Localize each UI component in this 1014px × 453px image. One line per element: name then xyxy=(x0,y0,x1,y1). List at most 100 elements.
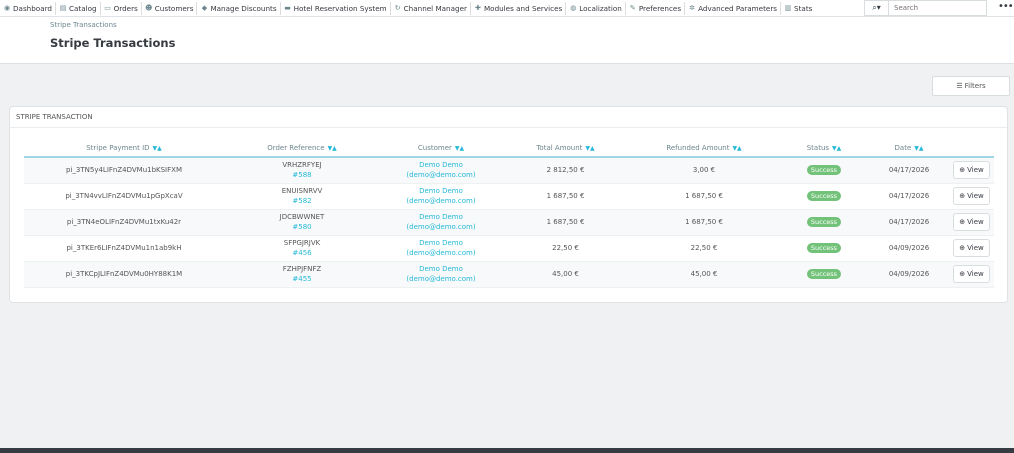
refunded-amount-cell: 45,00 € xyxy=(629,261,779,288)
view-button[interactable]: ⊕ View xyxy=(953,265,990,283)
view-button[interactable]: ⊕ View xyxy=(953,213,990,231)
table-row: pi_3TN4eOLIFnZ4DVMu1txKu42r JDCBWWNET #580… xyxy=(24,209,994,236)
customer-cell: Demo Demo (demo@demo.com) xyxy=(380,261,502,288)
search-input[interactable] xyxy=(889,1,985,15)
nav-item-label: Customers xyxy=(154,3,194,13)
nav-item-orders[interactable]: ▭ Orders xyxy=(101,1,142,15)
order-reference: JDCBWWNET xyxy=(279,213,325,221)
column-header[interactable]: Refunded Amount ▼▲ xyxy=(629,140,779,158)
actions-column-header xyxy=(949,140,994,158)
table-row: pi_3TKEr6LIFnZ4DVMu1n1ab9kH SFPGJRJVK #456… xyxy=(24,235,994,262)
column-header[interactable]: Date ▼▲ xyxy=(869,140,949,158)
breadcrumb[interactable]: Stripe Transactions xyxy=(50,21,117,29)
panel-heading: STRIPE TRANSACTION xyxy=(10,107,1007,128)
view-label: View xyxy=(967,192,984,200)
column-header-label: Stripe Payment ID xyxy=(86,144,150,152)
column-header[interactable]: Stripe Payment ID ▼▲ xyxy=(24,140,224,158)
transactions-table: Stripe Payment ID ▼▲ Order Reference ▼▲ Cust… xyxy=(24,140,994,288)
customer-email-link[interactable]: (demo@demo.com) xyxy=(382,170,500,180)
filters-button[interactable]: ☰ Filters xyxy=(932,76,1010,96)
view-label: View xyxy=(967,270,984,278)
more-menu-icon[interactable]: ••• xyxy=(998,1,1014,12)
customer-name-link[interactable]: Demo Demo xyxy=(382,160,500,170)
column-header-label: Refunded Amount xyxy=(666,144,730,152)
refunded-amount-cell: 22,50 € xyxy=(629,235,779,262)
transactions-panel: STRIPE TRANSACTION Stripe Payment ID ▼▲ Or… xyxy=(9,106,1008,303)
order-id-link[interactable]: #588 xyxy=(226,170,378,180)
nav-item-catalog[interactable]: ▤ Catalog xyxy=(56,1,101,15)
search-icon[interactable]: ⌕▾ xyxy=(865,1,889,15)
order-id-link[interactable]: #580 xyxy=(226,222,378,232)
refunded-amount-cell: 3,00 € xyxy=(629,157,779,184)
search-plus-icon: ⊕ xyxy=(959,166,966,175)
order-id-link[interactable]: #456 xyxy=(226,248,378,258)
actions-cell: ⊕ View xyxy=(949,157,994,184)
bottom-bar xyxy=(0,448,1014,453)
column-header[interactable]: Total Amount ▼▲ xyxy=(502,140,629,158)
order-id-link[interactable]: #455 xyxy=(226,274,378,284)
nav-item-customers[interactable]: ☻ Customers xyxy=(142,1,198,15)
dashboard-icon: ◉ xyxy=(3,4,11,12)
tag-icon: ◆ xyxy=(201,4,208,12)
sort-icon[interactable]: ▼▲ xyxy=(328,145,337,152)
nav-item-preferences[interactable]: ✎ Preferences xyxy=(626,1,686,15)
catalog-icon: ▤ xyxy=(59,4,67,12)
column-header-label: Order Reference xyxy=(267,144,325,152)
customers-icon: ☻ xyxy=(145,4,153,12)
table-body: pi_3TN5y4LIFnZ4DVMu1bKSIFXM VRHZRFYEJ #588… xyxy=(24,157,994,288)
customer-email-link[interactable]: (demo@demo.com) xyxy=(382,222,500,232)
date-cell: 04/17/2026 xyxy=(869,183,949,210)
search-plus-icon: ⊕ xyxy=(959,192,966,200)
total-amount-cell: 22,50 € xyxy=(502,235,629,262)
nav-item-localization[interactable]: ◍ Localization xyxy=(566,1,626,15)
nav-item-label: Advanced Parameters xyxy=(698,3,778,13)
view-button[interactable]: ⊕ View xyxy=(953,239,990,257)
customer-name-link[interactable]: Demo Demo xyxy=(382,212,500,222)
column-header[interactable]: Customer ▼▲ xyxy=(380,140,502,158)
nav-item-label: Modules and Services xyxy=(483,3,563,13)
sort-icon[interactable]: ▼▲ xyxy=(153,145,162,152)
nav-item-hotel-reservation-system[interactable]: ▬ Hotel Reservation System xyxy=(281,1,391,15)
nav-item-manage-discounts[interactable]: ◆ Manage Discounts xyxy=(197,1,281,15)
column-header[interactable]: Order Reference ▼▲ xyxy=(224,140,380,158)
payment-id-cell: pi_3TN5y4LIFnZ4DVMu1bKSIFXM xyxy=(24,157,224,184)
customer-email-link[interactable]: (demo@demo.com) xyxy=(382,248,500,258)
table-row: pi_3TKCpJLIFnZ4DVMu0HY88K1M FZHPJFNFZ #455… xyxy=(24,261,994,288)
view-button[interactable]: ⊕ View xyxy=(953,161,990,180)
customer-cell: Demo Demo (demo@demo.com) xyxy=(380,235,502,262)
actions-cell: ⊕ View xyxy=(949,209,994,236)
sort-icon[interactable]: ▼▲ xyxy=(732,145,741,152)
nav-item-advanced-parameters[interactable]: ✲ Advanced Parameters xyxy=(685,1,782,15)
status-badge: Success xyxy=(806,191,842,201)
bar-chart-icon: ▥ xyxy=(784,4,792,12)
customer-name-link[interactable]: Demo Demo xyxy=(382,238,500,248)
sort-icon[interactable]: ▼▲ xyxy=(455,145,464,152)
sort-icon[interactable]: ▼▲ xyxy=(585,145,594,152)
nav-item-channel-manager[interactable]: ↻ Channel Manager xyxy=(391,1,471,15)
nav-item-label: Dashboard xyxy=(13,3,52,13)
customer-cell: Demo Demo (demo@demo.com) xyxy=(380,183,502,210)
nav-item-modules-and-services[interactable]: ✚ Modules and Services xyxy=(471,1,567,15)
date-cell: 04/17/2026 xyxy=(869,209,949,236)
column-header[interactable]: Status ▼▲ xyxy=(779,140,869,158)
customer-email-link[interactable]: (demo@demo.com) xyxy=(382,274,500,284)
sort-icon[interactable]: ▼▲ xyxy=(832,145,841,152)
customer-name-link[interactable]: Demo Demo xyxy=(382,186,500,196)
order-reference-cell: VRHZRFYEJ #588 xyxy=(224,157,380,184)
nav-item-dashboard[interactable]: ◉ Dashboard xyxy=(0,1,56,15)
sort-icon[interactable]: ▼▲ xyxy=(914,145,923,152)
refunded-amount-cell: 1 687,50 € xyxy=(629,209,779,236)
cogs-icon: ✲ xyxy=(689,4,696,12)
status-cell: Success xyxy=(779,261,869,288)
order-reference-cell: JDCBWWNET #580 xyxy=(224,209,380,236)
payment-id-cell: pi_3TN4eOLIFnZ4DVMu1txKu42r xyxy=(24,209,224,236)
nav-item-stats[interactable]: ▥ Stats xyxy=(781,2,815,15)
nav-item-label: Channel Manager xyxy=(403,3,467,13)
column-header-label: Customer xyxy=(417,144,452,152)
view-button[interactable]: ⊕ View xyxy=(953,187,990,205)
customer-name-link[interactable]: Demo Demo xyxy=(382,264,500,274)
customer-email-link[interactable]: (demo@demo.com) xyxy=(382,196,500,206)
nav-item-label: Stats xyxy=(794,3,813,13)
order-id-link[interactable]: #582 xyxy=(226,196,378,206)
refresh-icon: ↻ xyxy=(394,4,401,12)
